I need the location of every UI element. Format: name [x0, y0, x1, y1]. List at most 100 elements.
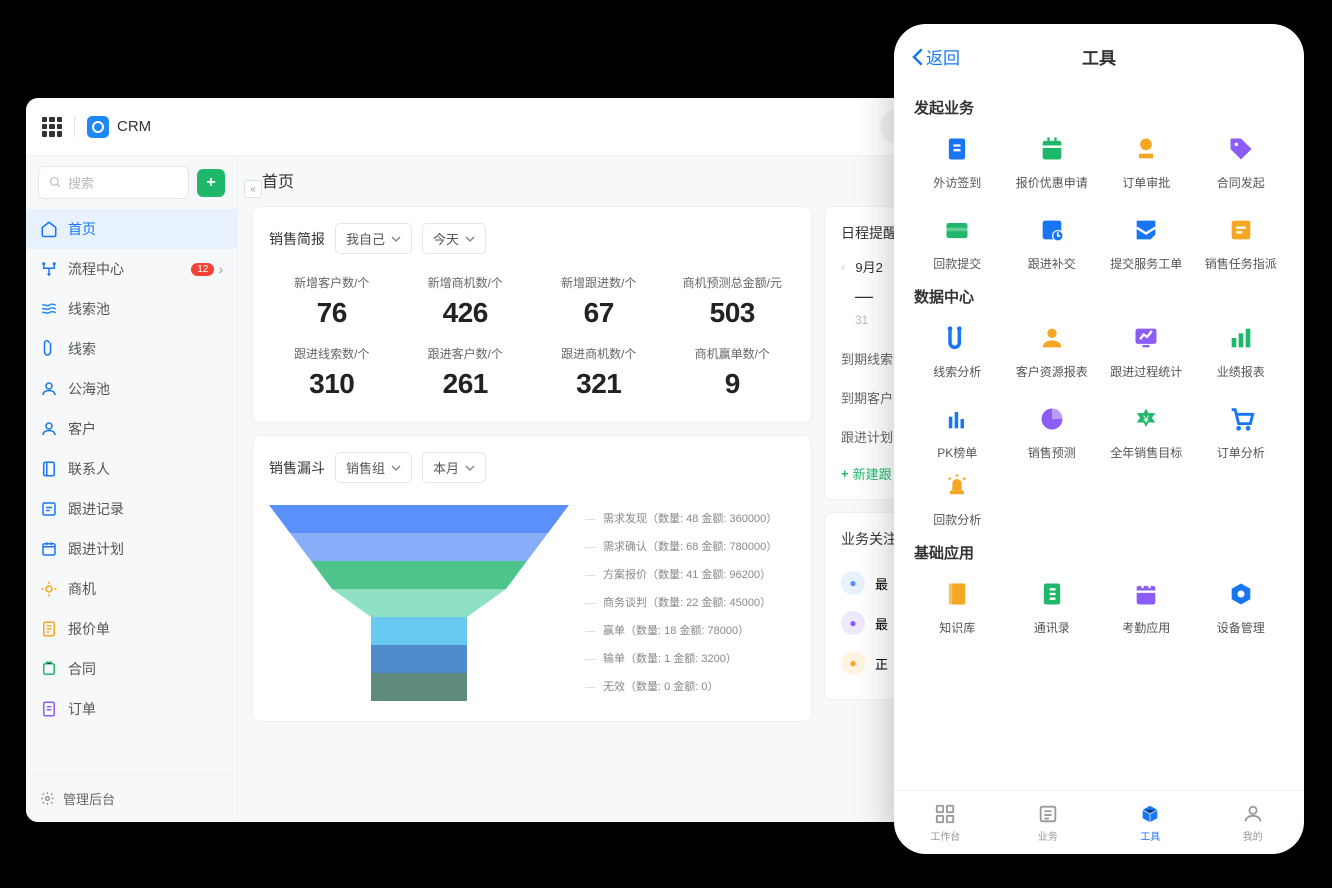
schedule-date: 9月2 — [855, 257, 882, 276]
inbox-icon — [1131, 215, 1161, 245]
tool-label: 提交服务工单 — [1110, 255, 1182, 272]
sidebar-item-lead[interactable]: 线索 — [26, 329, 237, 369]
sidebar-item-home[interactable]: 首页 — [26, 209, 237, 249]
mobile-tool-bars[interactable]: 业绩报表 — [1198, 323, 1285, 380]
sidebar-item-followup[interactable]: 跟进记录 — [26, 489, 237, 529]
mobile-tool-target[interactable]: ¥全年销售目标 — [1103, 404, 1190, 461]
stat-label: 新增客户数/个 — [271, 274, 393, 291]
collapse-sidebar-button[interactable]: « — [244, 180, 262, 198]
chevron-down-icon — [391, 463, 401, 473]
mobile-tab-list[interactable]: 业务 — [997, 791, 1100, 854]
sidebar-item-label: 线索 — [68, 339, 96, 359]
mobile-tool-lead[interactable]: 线索分析 — [914, 323, 1001, 380]
sidebar-item-plan[interactable]: 跟进计划 — [26, 529, 237, 569]
mobile-tool-screen[interactable]: 跟进过程统计 — [1103, 323, 1190, 380]
cart-icon — [1226, 404, 1256, 434]
mobile-tool-siren[interactable]: 回款分析 — [914, 471, 1001, 528]
mobile-tool-contacts[interactable]: 通讯录 — [1009, 579, 1096, 636]
gear-icon — [40, 791, 55, 806]
sidebar-item-pool[interactable]: 线索池 — [26, 289, 237, 329]
lead-icon — [40, 340, 58, 358]
mobile-tab-box[interactable]: 工具 — [1099, 791, 1202, 854]
opportunity-icon — [40, 580, 58, 598]
tool-label: 订单分析 — [1217, 444, 1265, 461]
footer-label: 管理后台 — [63, 789, 115, 808]
funnel-legend: 需求发现（数量: 48 金额: 360000）需求确认（数量: 68 金额: 7… — [585, 505, 795, 701]
followup-icon — [40, 500, 58, 518]
mobile-tool-inbox[interactable]: 提交服务工单 — [1103, 215, 1190, 272]
sidebar-item-order[interactable]: 订单 — [26, 689, 237, 729]
stat-value: 67 — [538, 297, 660, 329]
brief-period-select[interactable]: 今天 — [422, 223, 486, 254]
mobile-app: 返回 工具 发起业务外访签到报价优惠申请订单审批合同发起回款提交跟进补交提交服务… — [894, 24, 1304, 854]
attention-label: 最 — [875, 574, 888, 593]
sidebar-item-label: 订单 — [68, 699, 96, 719]
sales-funnel-card: 销售漏斗 销售组 本月 需求发现（数量: 48 金额: 360000）需求确认（… — [252, 435, 812, 722]
sidebar-item-sea[interactable]: 公海池 — [26, 369, 237, 409]
stat-label: 跟进商机数/个 — [538, 345, 660, 362]
add-button[interactable]: + — [197, 169, 225, 197]
svg-text:¥: ¥ — [1142, 414, 1149, 426]
sidebar-item-label: 线索池 — [68, 299, 110, 319]
sidebar: 搜索 + 首页流程中心12› 线索池线索公海池客户联系人跟进记录跟进计划商机报价单… — [26, 156, 238, 822]
mobile-tool-task[interactable]: 销售任务指派 — [1198, 215, 1285, 272]
chevron-down-icon — [465, 234, 475, 244]
admin-backend-link[interactable]: 管理后台 — [26, 774, 237, 822]
sidebar-item-opportunity[interactable]: 商机 — [26, 569, 237, 609]
tab-label: 工具 — [1140, 828, 1160, 843]
attention-icon: ● — [841, 651, 865, 675]
sidebar-search-input[interactable]: 搜索 — [38, 166, 189, 199]
mobile-tool-doc[interactable]: 外访签到 — [914, 134, 1001, 191]
tool-label: 销售预测 — [1028, 444, 1076, 461]
stat-label: 商机预测总金额/元 — [672, 274, 794, 291]
tab-label: 工作台 — [930, 828, 960, 843]
mobile-section-title: 基础应用 — [914, 542, 1284, 563]
mobile-tab-grid[interactable]: 工作台 — [894, 791, 997, 854]
mobile-tool-attendance[interactable]: 考勤应用 — [1103, 579, 1190, 636]
stamp-icon — [1131, 134, 1161, 164]
stat-item: 新增客户数/个76 — [269, 268, 395, 335]
customer-icon — [40, 420, 58, 438]
mobile-tool-tag[interactable]: 合同发起 — [1198, 134, 1285, 191]
sidebar-item-contract[interactable]: 合同 — [26, 649, 237, 689]
mobile-tool-clock[interactable]: 跟进补交 — [1009, 215, 1096, 272]
mobile-tool-person[interactable]: 客户资源报表 — [1009, 323, 1096, 380]
wallet-icon — [942, 215, 972, 245]
prev-icon[interactable]: ‹ — [841, 259, 845, 274]
mobile-tool-pie[interactable]: 销售预测 — [1009, 404, 1096, 461]
sidebar-item-label: 首页 — [68, 219, 96, 239]
tool-label: PK榜单 — [937, 444, 977, 461]
tool-label: 跟进过程统计 — [1110, 363, 1182, 380]
sidebar-item-quote[interactable]: 报价单 — [26, 609, 237, 649]
funnel-period-select[interactable]: 本月 — [422, 452, 486, 483]
sidebar-item-customer[interactable]: 客户 — [26, 409, 237, 449]
mobile-tool-wallet[interactable]: 回款提交 — [914, 215, 1001, 272]
attention-icon: ● — [841, 611, 865, 635]
sidebar-item-contact[interactable]: 联系人 — [26, 449, 237, 489]
stat-value: 321 — [538, 368, 660, 400]
stat-value: 503 — [672, 297, 794, 329]
apps-grid-icon[interactable] — [42, 117, 62, 137]
task-icon — [1226, 215, 1256, 245]
mobile-tool-cart[interactable]: 订单分析 — [1198, 404, 1285, 461]
sidebar-item-label: 跟进计划 — [68, 539, 124, 559]
back-button[interactable]: 返回 — [912, 44, 960, 69]
tag-icon — [1226, 134, 1256, 164]
tool-label: 跟进补交 — [1028, 255, 1076, 272]
person-icon — [1037, 323, 1067, 353]
mobile-tab-user[interactable]: 我的 — [1202, 791, 1305, 854]
funnel-group-select[interactable]: 销售组 — [335, 452, 412, 483]
mobile-tool-book[interactable]: 知识库 — [914, 579, 1001, 636]
mobile-tool-stamp[interactable]: 订单审批 — [1103, 134, 1190, 191]
mobile-body: 发起业务外访签到报价优惠申请订单审批合同发起回款提交跟进补交提交服务工单销售任务… — [894, 83, 1304, 790]
stat-item: 商机赢单数/个9 — [670, 339, 796, 406]
calendar-icon — [1037, 134, 1067, 164]
tool-label: 合同发起 — [1217, 174, 1265, 191]
mobile-tool-chart[interactable]: PK榜单 — [914, 404, 1001, 461]
plan-icon — [40, 540, 58, 558]
mobile-tool-calendar[interactable]: 报价优惠申请 — [1009, 134, 1096, 191]
flow-icon — [40, 260, 58, 278]
mobile-tool-device[interactable]: 设备管理 — [1198, 579, 1285, 636]
sidebar-item-flow[interactable]: 流程中心12› — [26, 249, 237, 289]
brief-scope-select[interactable]: 我自己 — [335, 223, 412, 254]
